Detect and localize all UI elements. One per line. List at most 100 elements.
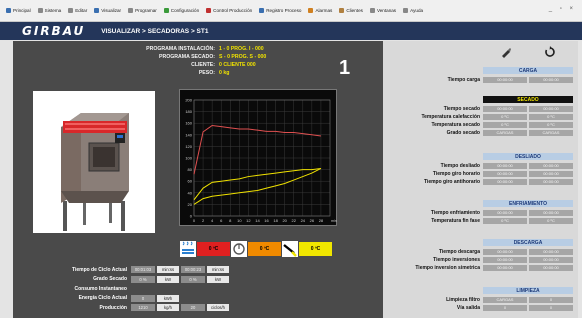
x-tick-label: 24 <box>301 218 306 223</box>
process-log-icon <box>259 8 265 13</box>
phase-row: Tiempo descarga 00:00:00 00:00:00 <box>383 248 578 255</box>
production-icon <box>206 8 212 13</box>
phase-row-label: Tiempo secado <box>443 105 480 112</box>
phase-row-value: CARGAS <box>483 296 527 303</box>
brush-icon[interactable] <box>499 45 513 59</box>
menu-item-production[interactable]: Control Producción <box>206 8 252 13</box>
phase-row-value: 00:00:00 <box>483 264 527 271</box>
menu-item-label: Visualizar <box>101 8 122 13</box>
section-title-secado: SECADO <box>483 96 573 103</box>
cycle-unit: kWh <box>157 294 179 302</box>
exhaust-sensor-icon <box>281 240 299 258</box>
cycle-unit: kW <box>157 275 179 283</box>
menu-item-config[interactable]: Configuración <box>163 8 200 13</box>
y-tick-label: 80 <box>188 167 193 172</box>
x-tick-label: 0 <box>193 218 196 223</box>
program-info-label: PROGRAMA SECADO: <box>158 54 215 60</box>
phase-row: Limpieza filtro CARGAS 0 <box>383 296 578 303</box>
cycle-value: 1210 <box>131 304 155 311</box>
phase-row-value: 00:00:00 <box>529 248 573 255</box>
phase-row: Tiempo enfriamiento 00:00:00 00:00:00 <box>383 209 578 216</box>
phase-row-value: 00:00:00 <box>529 178 573 185</box>
phase-row-label: Tiempo desliado <box>440 162 480 169</box>
menu-item-label: Editar <box>75 8 88 13</box>
home-icon <box>6 8 11 13</box>
menu-item-label: Alarmas <box>315 8 333 13</box>
menu-item-label: Clientes <box>346 8 363 13</box>
phase-row: Tiempo inversion simetrica 00:00:00 00:00:… <box>383 264 578 271</box>
phase-row-value: 00:00:00 <box>529 264 573 271</box>
section-title-enfriamiento: ENFRIAMIENTO <box>483 200 573 207</box>
x-tick-label: 6 <box>220 218 223 223</box>
phase-row: Tiempo desliado 00:00:00 00:00:00 <box>383 162 578 169</box>
section-title-limpieza: LIMPIEZA <box>483 287 573 294</box>
cycle-row: Consumo Instantaneo <box>17 284 277 293</box>
x-tick-label: 22 <box>292 218 297 223</box>
temperature-value: 0 ºC <box>248 242 281 256</box>
girbau-logo: GIRBAU <box>22 24 86 38</box>
menu-item-system[interactable]: Sistema <box>37 8 61 13</box>
refresh-icon[interactable] <box>543 45 557 59</box>
y-tick-label: 40 <box>188 190 193 195</box>
phase-row-label: Temperatura fin fase <box>431 217 480 224</box>
dryer-main-panel: PROGRAMA INSTALACIÓN: 1 - 0 PROG. I - 000… <box>13 41 383 318</box>
section-title-desliado: DESLIADO <box>483 153 573 160</box>
menu-item-help[interactable]: Ayuda <box>403 8 423 13</box>
menu-item-view[interactable]: Visualizar <box>94 8 121 13</box>
cycle-label: Energía Ciclo Actual <box>78 295 127 301</box>
phase-row: Tiempo secado 00:00:00 00:00:00 <box>383 105 578 112</box>
menu-item-home[interactable]: Principal <box>6 8 31 13</box>
y-tick-label: 120 <box>185 144 192 149</box>
help-icon <box>403 8 409 13</box>
phase-row-value: 00:00:00 <box>483 162 527 169</box>
phase-row: Temperatura calefacción 0 ºC 0 ºC <box>383 113 578 120</box>
program-info-row: PESO: 0 kg <box>69 69 309 77</box>
menu-item-edit[interactable]: Editar <box>68 8 87 13</box>
menu-item-label: Control Producción <box>213 8 253 13</box>
cycle-value: 0 <box>131 294 155 302</box>
program-info-value: 0 kg <box>219 70 230 76</box>
y-tick-label: 160 <box>185 121 192 126</box>
cycle-label: Tiempo de Ciclo Actual <box>71 266 127 273</box>
windows-icon <box>369 8 375 13</box>
menu-item-process-log[interactable]: Registro Proceso <box>259 8 301 13</box>
phase-row-label: Tiempo inversiones <box>433 256 480 263</box>
program-info-value: S - 0 PROG. S - 000 <box>219 54 267 60</box>
phase-row-value: 00:00:00 <box>483 178 527 185</box>
menu-item-program[interactable]: Programar <box>128 8 157 13</box>
phase-row-value: 0 <box>483 304 527 311</box>
program-icon <box>128 8 134 13</box>
y-tick-label: 20 <box>188 202 193 207</box>
chart-canvas: 0204060801001201401601802000 2 4 6 8 10 12 14 16… <box>185 98 336 224</box>
menu-item-windows[interactable]: Ventanas <box>369 8 396 13</box>
phase-row-value: 0 ºC <box>529 113 573 120</box>
menu-item-clients[interactable]: Clientes <box>339 8 363 13</box>
x-tick-label: 12 <box>246 218 251 223</box>
x-tick-label: 8 <box>229 218 232 223</box>
menu-item-label: Programar <box>135 8 157 13</box>
program-info: PROGRAMA INSTALACIÓN: 1 - 0 PROG. I - 000… <box>69 45 309 77</box>
cycle-row: Producción 1210 kg/h 20 ciclos/h <box>17 303 277 312</box>
menu-item-alarm[interactable]: Alarmas <box>308 8 332 13</box>
phase-row: Tiempo giro antihorario 00:00:00 00:00:00 <box>383 178 578 185</box>
cycle-value: 20 <box>181 304 205 311</box>
program-info-value: 1 - 0 PROG. I - 000 <box>219 46 264 52</box>
temperature-value: 0 ºC <box>299 242 332 256</box>
phase-row-value: CARGAS <box>529 129 573 136</box>
phase-row-value: 0 ºC <box>483 217 527 224</box>
y-tick-label: 180 <box>185 109 192 114</box>
program-info-label: CLIENTE: <box>191 62 215 68</box>
drum-icon <box>230 240 248 258</box>
x-tick-label: 20 <box>282 218 287 223</box>
x-tick-label: 26 <box>310 218 315 223</box>
phase-row-value: 0 ºC <box>529 217 573 224</box>
phase-row: Vía salida 0 0 <box>383 304 578 311</box>
menu-item-label: Configuración <box>170 8 200 13</box>
phase-row-value: 0 <box>529 296 573 303</box>
y-tick-label: 60 <box>188 179 193 184</box>
cycle-value: 0 % <box>181 275 205 283</box>
section-title-descarga: DESCARGA <box>483 239 573 246</box>
phase-row-value: 00:00:00 <box>529 76 573 83</box>
window-controls[interactable]: _ ▫ × <box>549 6 576 12</box>
phase-row: Grado secado CARGAS CARGAS <box>383 129 578 136</box>
